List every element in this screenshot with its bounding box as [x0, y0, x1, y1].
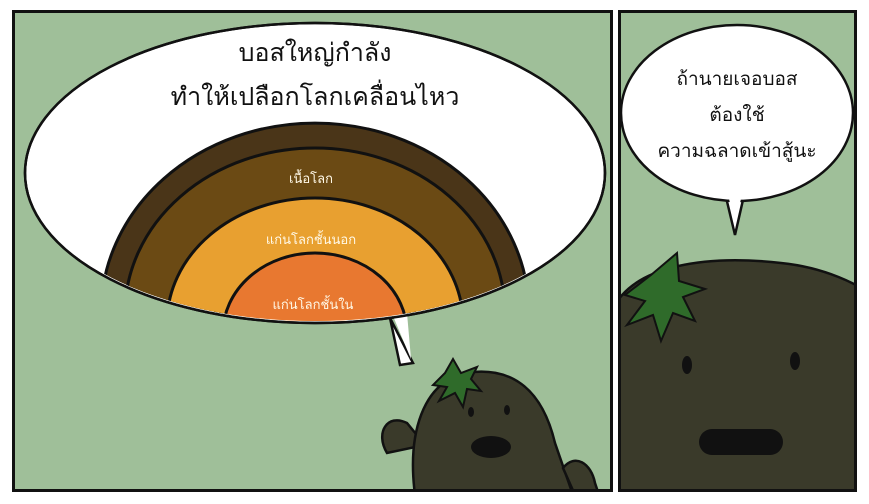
panel-left-art: บอสใหญ่กำลัง ทำให้เปลือกโลกเคลื่อนไหว เน… — [23, 21, 607, 489]
label-crust: เนื้อโลก — [289, 169, 333, 187]
character-small — [381, 356, 599, 489]
speech-text-line-2: ทำให้เปลือกโลกเคลื่อนไหว — [171, 79, 460, 111]
mouth — [699, 429, 783, 455]
label-inner-core: แก่นโลกชั้นใน — [273, 295, 354, 313]
panel-right-art: ถ้านายเจอบอส ต้องใช้ ความฉลาดเข้าสู้นะ — [621, 23, 854, 489]
speech-text-line-3: ความฉลาดเข้าสู้นะ — [657, 140, 816, 162]
comic-panel-left: บอสใหญ่กำลัง ทำให้เปลือกโลกเคลื่อนไหว เน… — [12, 10, 613, 492]
right-eye — [504, 405, 510, 415]
comic-panel-right: ถ้านายเจอบอส ต้องใช้ ความฉลาดเข้าสู้นะ — [618, 10, 857, 492]
left-eye — [468, 407, 474, 417]
speech-text-line-1: บอสใหญ่กำลัง — [239, 38, 392, 67]
label-outer-core: แก่นโลกชั้นนอก — [266, 230, 356, 248]
left-eye — [682, 356, 692, 374]
character-closeup — [621, 250, 854, 489]
mouth — [471, 436, 511, 458]
speech-text-line-1: ถ้านายเจอบอส — [676, 68, 797, 90]
right-eye — [790, 352, 800, 370]
speech-text-line-2: ต้องใช้ — [709, 104, 764, 126]
